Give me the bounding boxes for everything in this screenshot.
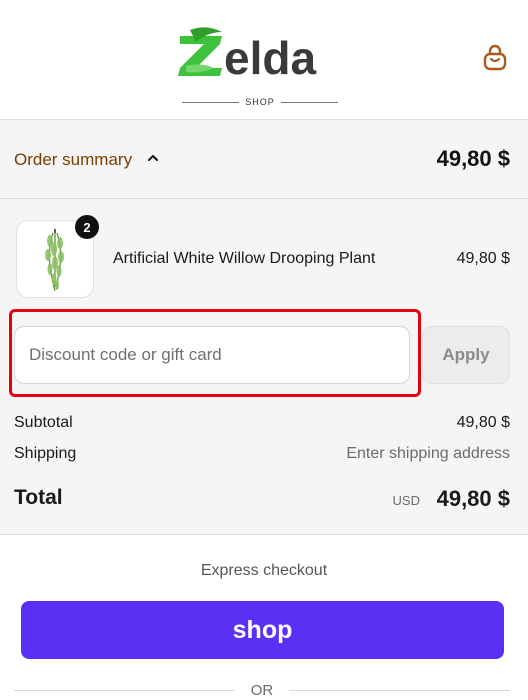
logo-subtitle: SHOP xyxy=(182,93,339,111)
total-value: 49,80 $ xyxy=(436,486,510,511)
order-summary-label: Order summary xyxy=(14,150,133,169)
shop-pay-button[interactable]: shop xyxy=(21,601,504,659)
order-summary-toggle[interactable]: Order summary 49,80 $ xyxy=(0,120,528,199)
site-header: elda SHOP xyxy=(0,0,528,120)
product-price: 49,80 $ xyxy=(456,250,510,267)
discount-code-input[interactable] xyxy=(14,326,410,384)
order-summary-panel: Order summary 49,80 $ 2 Artificial White… xyxy=(0,120,528,535)
shipping-value: Enter shipping address xyxy=(346,445,510,462)
order-summary-total: 49,80 $ xyxy=(436,146,510,171)
line-item: 2 Artificial White Willow Drooping Plant… xyxy=(0,200,528,310)
or-label: OR xyxy=(250,681,274,699)
total-currency: USD xyxy=(392,493,420,508)
chevron-up-icon xyxy=(148,155,158,161)
or-divider: OR xyxy=(14,680,510,700)
divider-line-left xyxy=(14,689,235,691)
subtotal-label: Subtotal xyxy=(14,414,73,431)
apply-discount-button[interactable]: Apply xyxy=(422,326,510,384)
logo-subtitle-text: SHOP xyxy=(245,97,275,107)
svg-text:elda: elda xyxy=(224,32,316,78)
zelda-shop-logo[interactable]: elda SHOP xyxy=(176,22,344,107)
zelda-logo-mark: elda xyxy=(178,27,316,78)
express-checkout-label: Express checkout xyxy=(200,562,328,579)
total-label: Total xyxy=(14,486,63,509)
quantity-badge: 2 xyxy=(75,215,99,239)
subtotal-value: 49,80 $ xyxy=(456,414,510,431)
shipping-label: Shipping xyxy=(14,445,77,462)
shopping-bag-icon[interactable] xyxy=(482,44,508,72)
product-name: Artificial White Willow Drooping Plant xyxy=(113,250,376,267)
divider-line-right xyxy=(289,689,510,691)
